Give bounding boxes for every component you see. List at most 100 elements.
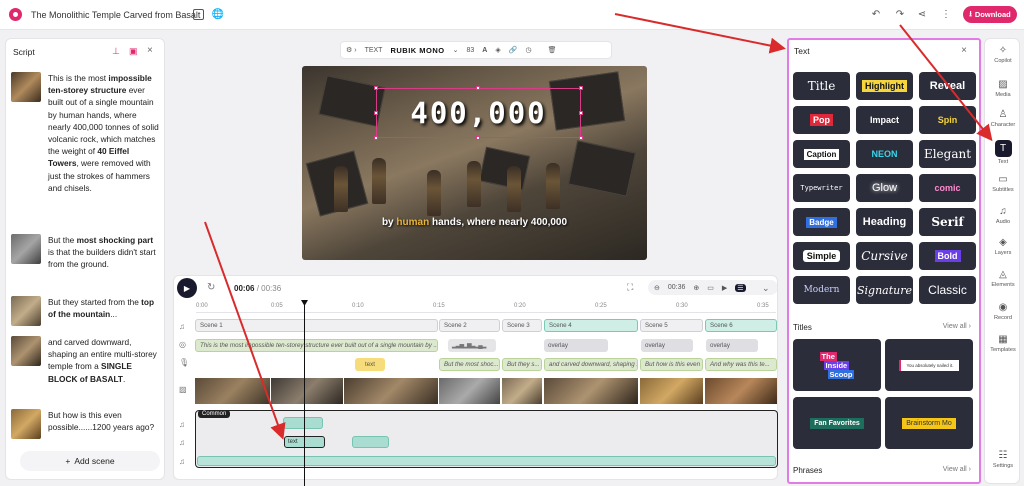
titles-view-all-link[interactable]: View all ›	[943, 323, 971, 330]
layout-icon[interactable]: ☰	[735, 283, 746, 292]
text-style-tile[interactable]: Bold	[919, 242, 976, 270]
zoom-in-icon[interactable]: ⊕	[693, 284, 699, 292]
text-style-tile[interactable]: Signature	[856, 276, 913, 304]
sidebar-item-elements[interactable]: ◬ Elements	[985, 269, 1021, 288]
text-style-tile[interactable]: Caption	[793, 140, 850, 168]
scene-clip[interactable]: Scene 1	[195, 319, 438, 332]
text-style-tile[interactable]: Spin	[919, 106, 976, 134]
sidebar-item-copilot[interactable]: ✧ Copilot	[985, 45, 1021, 64]
pin-icon[interactable]: ⊥	[112, 46, 120, 57]
audio-clip[interactable]	[352, 436, 389, 448]
media-frame[interactable]	[439, 378, 500, 404]
text-style-tile[interactable]: Simple	[793, 242, 850, 270]
font-selector[interactable]: RUBIK MONO	[390, 46, 444, 55]
undo-icon[interactable]: ↶	[870, 8, 882, 20]
text-style-tile[interactable]: Badge	[793, 208, 850, 236]
script-text[interactable]: But they started from the top of the mou…	[48, 296, 161, 326]
screen-icon[interactable]: ▣	[129, 46, 138, 57]
sidebar-item-subtitles[interactable]: ▭ Subtitles	[985, 174, 1021, 193]
time-ruler[interactable]: 0:00 0:05 0:10 0:15 0:20 0:25 0:30 0:35	[196, 301, 776, 313]
fill-icon[interactable]: ◈	[495, 46, 500, 54]
sidebar-item-audio[interactable]: ♫ Audio	[985, 206, 1021, 225]
text-style-tile[interactable]: Impact	[856, 106, 913, 134]
text-style-tile[interactable]: NEON	[856, 140, 913, 168]
media-frame[interactable]	[271, 378, 343, 404]
play-button[interactable]: ▶	[177, 278, 197, 298]
delete-icon[interactable]: 🗑	[548, 46, 557, 54]
scene-clip[interactable]: Scene 2	[439, 319, 500, 332]
script-text[interactable]: But how is this even possible......1200 …	[48, 409, 161, 439]
text-style-tile[interactable]: Elegant	[919, 140, 976, 168]
scene-clip[interactable]: Scene 4	[544, 319, 638, 332]
download-button[interactable]: ⭳ Download	[963, 6, 1017, 23]
sidebar-item-settings[interactable]: ☷ Settings	[985, 450, 1021, 469]
media-frame[interactable]	[344, 378, 438, 404]
overlay-clip[interactable]: overlay	[544, 339, 608, 352]
link-icon[interactable]: 🔗	[509, 46, 518, 54]
playhead[interactable]	[304, 303, 305, 486]
media-frame[interactable]	[195, 378, 270, 404]
title-template-card[interactable]: The Inside Scoop	[793, 339, 881, 391]
title-template-card[interactable]: Brainstorm Mo	[885, 397, 973, 449]
video-canvas[interactable]: 400,000 by human hands, where nearly 400…	[302, 66, 647, 260]
script-entry[interactable]: and carved downward, shaping an entire m…	[11, 336, 161, 385]
preview-icon[interactable]: ▶	[722, 284, 727, 292]
background-music-clip[interactable]	[197, 456, 776, 466]
text-style-tile[interactable]: Pop	[793, 106, 850, 134]
text-style-tile[interactable]: Glow	[856, 174, 913, 202]
font-size-selector[interactable]: 83	[467, 47, 475, 54]
subtitle-text[interactable]: by human hands, where nearly 400,000	[302, 217, 647, 228]
sidebar-item-record[interactable]: ◉ Record	[985, 302, 1021, 321]
title-template-card[interactable]: Fan Favorites	[793, 397, 881, 449]
text-style-tile[interactable]: Classic	[919, 276, 976, 304]
font-dropdown-icon[interactable]: ⌄	[453, 46, 459, 54]
sidebar-item-character[interactable]: ♙ Character	[985, 109, 1021, 128]
settings-icon[interactable]: ⚙ ›	[346, 46, 357, 54]
aspect-ratio-icon[interactable]	[193, 9, 204, 20]
text-style-tile[interactable]: Modern	[793, 276, 850, 304]
sidebar-item-text[interactable]: T Text	[985, 140, 1021, 165]
sidebar-item-templates[interactable]: ▦ Templates	[985, 334, 1021, 353]
sidebar-item-layers[interactable]: ◈ Layers	[985, 237, 1021, 256]
script-text[interactable]: and carved downward, shaping an entire m…	[48, 336, 161, 385]
scene-clip[interactable]: Scene 3	[502, 319, 542, 332]
caption-icon[interactable]: ▭	[707, 284, 714, 292]
overlay-clip[interactable]: overlay	[641, 339, 693, 352]
text-clip[interactable]: text	[355, 358, 385, 371]
script-entry[interactable]: This is the most impossible ten-storey s…	[11, 72, 161, 194]
phrases-view-all-link[interactable]: View all ›	[943, 466, 971, 473]
close-icon[interactable]: ×	[147, 45, 153, 56]
text-style-tile[interactable]: Highlight	[856, 72, 913, 100]
title-template-card[interactable]: You absolutely nailed it.	[885, 339, 973, 391]
zoom-out-icon[interactable]: ⊖	[654, 284, 660, 292]
close-icon[interactable]: ×	[961, 45, 967, 56]
collapse-icon[interactable]: ⌄	[762, 283, 770, 294]
script-entry[interactable]: But they started from the top of the mou…	[11, 296, 161, 326]
scene-clip[interactable]: Scene 6	[705, 319, 777, 332]
voiceover-clip[interactable]: But the most shoc...	[439, 358, 500, 371]
script-entry[interactable]: But how is this even possible......1200 …	[11, 409, 161, 439]
scene-clip[interactable]: Scene 5	[640, 319, 703, 332]
audio-waveform-clip[interactable]: ▂▃▅▂▆▃▂▄▂	[448, 339, 496, 352]
text-color-icon[interactable]: A	[482, 47, 487, 54]
script-text[interactable]: This is the most impossible ten-storey s…	[48, 72, 161, 194]
text-style-tile[interactable]: Serif	[919, 208, 976, 236]
project-title[interactable]: The Monolithic Temple Carved from Basalt	[31, 10, 200, 20]
share-icon[interactable]: ⋖	[916, 8, 928, 20]
voiceover-clip[interactable]: and carved downward, shaping ...	[544, 358, 638, 371]
script-entry[interactable]: But the most shocking part is that the b…	[11, 234, 161, 271]
selected-text-element[interactable]: 400,000	[376, 88, 581, 138]
text-style-tile[interactable]: Title	[793, 72, 850, 100]
voiceover-clip[interactable]: But they s...	[502, 358, 542, 371]
overlay-clip[interactable]: overlay	[706, 339, 758, 352]
text-style-tile[interactable]: Heading	[856, 208, 913, 236]
text-style-tile[interactable]: Reveal	[919, 72, 976, 100]
media-frame[interactable]	[502, 378, 542, 404]
timer-icon[interactable]: ◷	[525, 46, 531, 54]
redo-icon[interactable]: ↷	[894, 8, 906, 20]
add-scene-button[interactable]: + Add scene	[20, 451, 160, 471]
sidebar-item-media[interactable]: ▨ Media	[985, 79, 1021, 98]
media-frame[interactable]	[705, 378, 777, 404]
app-logo[interactable]	[9, 8, 22, 21]
fit-icon[interactable]: ⛶	[627, 282, 633, 293]
